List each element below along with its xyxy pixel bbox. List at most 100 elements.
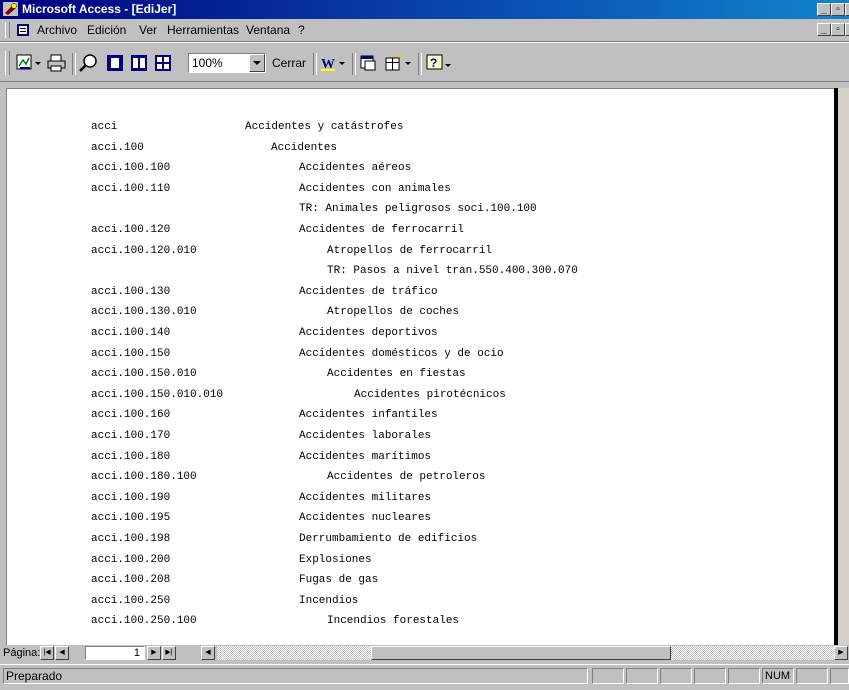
num-lock-indicator: NUM <box>762 668 794 684</box>
page-label: Página: <box>3 647 41 659</box>
report-description: TR: Pasos a nivel tran.550.400.300.070 <box>327 265 578 277</box>
report-code: acci.100.200 <box>91 554 171 566</box>
scroll-left-button[interactable]: ◀ <box>201 646 215 660</box>
report-description: Accidentes militares <box>299 492 432 504</box>
menu-bar: Archivo Edición Ver Herramientas Ventana… <box>0 19 849 42</box>
print-icon[interactable] <box>46 52 68 74</box>
next-page-button[interactable]: ▶ <box>147 646 161 660</box>
status-bar: Preparado NUM <box>0 664 849 690</box>
report-code: acci.100.250 <box>91 595 171 607</box>
new-object-icon[interactable] <box>382 52 414 74</box>
toolbar-separator <box>352 53 356 75</box>
status-text: Preparado <box>3 668 588 684</box>
first-page-button[interactable]: |◀ <box>40 646 54 660</box>
restore-icon: ▫ <box>836 4 840 15</box>
report-description: Accidentes de tráfico <box>299 286 438 298</box>
zoom-icon[interactable] <box>78 52 100 74</box>
report-description: Atropellos de coches <box>327 306 460 318</box>
menu-edicion[interactable]: Edición <box>87 23 126 37</box>
horizontal-scroll-thumb[interactable] <box>371 646 671 660</box>
doc-minimize-button[interactable]: _ <box>817 23 831 36</box>
menu-ver[interactable]: Ver <box>139 23 157 37</box>
multiple-pages-icon[interactable] <box>152 52 174 74</box>
menu-herramientas[interactable]: Herramientas <box>167 23 239 37</box>
report-description: Accidentes nucleares <box>299 512 432 524</box>
zoom-select[interactable]: 100% <box>188 53 266 73</box>
report-description: Incendios <box>299 595 359 607</box>
title-bar: Microsoft Access - [EdiJer] _ ▫ <box>0 0 849 19</box>
close-preview-button[interactable]: Cerrar <box>272 56 306 70</box>
scroll-right-button[interactable]: ▶ <box>834 646 848 660</box>
report-code: acci.100.130 <box>91 286 171 298</box>
previous-page-icon: ◀ <box>59 649 65 656</box>
menu-ventana[interactable]: Ventana <box>246 23 290 37</box>
minimize-icon: _ <box>821 24 827 35</box>
report-code: acci.100.150.010.010 <box>91 389 224 401</box>
vertical-scrollbar[interactable] <box>838 88 849 645</box>
access-key-icon <box>3 2 18 16</box>
toolbar-grip[interactable] <box>5 51 10 75</box>
previous-page-button[interactable]: ◀ <box>55 646 69 660</box>
view-icon[interactable] <box>14 52 44 74</box>
word-icon[interactable]: W <box>318 52 348 74</box>
report-description: Accidentes y catástrofes <box>245 121 404 133</box>
help-icon[interactable]: ? <box>424 52 454 74</box>
report-description: TR: Animales peligrosos soci.100.100 <box>299 203 537 215</box>
doc-close-button[interactable] <box>845 23 849 36</box>
report-description: Accidentes pirotécnicos <box>354 389 506 401</box>
report-description: Accidentes con animales <box>299 183 451 195</box>
report-code: acci.100.180 <box>91 451 171 463</box>
restore-button[interactable]: ▫ <box>831 3 845 16</box>
report-description: Accidentes marítimos <box>299 451 432 463</box>
close-window-button[interactable] <box>845 3 849 16</box>
status-panel <box>796 668 828 684</box>
report-code: acci.100.110 <box>91 183 171 195</box>
status-panel <box>626 668 658 684</box>
report-code: acci.100.170 <box>91 430 171 442</box>
minimize-button[interactable]: _ <box>817 3 831 16</box>
report-code: acci.100.190 <box>91 492 171 504</box>
minimize-icon: _ <box>821 4 827 15</box>
report-code: acci.100.250.100 <box>91 615 197 627</box>
last-page-button[interactable]: ▶| <box>162 646 176 660</box>
two-pages-icon[interactable] <box>128 52 150 74</box>
menubar-grip[interactable] <box>5 22 10 38</box>
database-window-icon[interactable] <box>357 52 379 74</box>
report-code: acci.100.150 <box>91 348 171 360</box>
report-description: Accidentes <box>271 142 338 154</box>
chevron-down-icon[interactable] <box>249 54 265 72</box>
status-panel <box>592 668 624 684</box>
report-description: Accidentes de petroleros <box>327 471 486 483</box>
report-description: Accidentes de ferrocarril <box>299 224 465 236</box>
report-code: acci.100 <box>91 142 144 154</box>
horizontal-scrollbar[interactable] <box>217 646 834 660</box>
page-number-input[interactable]: 1 <box>85 646 145 660</box>
report-code: acci.100.150.010 <box>91 368 197 380</box>
report-code: acci.100.130.010 <box>91 306 197 318</box>
menu-archivo[interactable]: Archivo <box>37 23 77 37</box>
report-description: Atropellos de ferrocarril <box>327 245 493 257</box>
menu-help[interactable]: ? <box>298 23 305 37</box>
one-page-icon[interactable] <box>104 52 126 74</box>
status-panel <box>694 668 726 684</box>
report-code: acci.100.180.100 <box>91 471 197 483</box>
report-description: Accidentes infantiles <box>299 409 438 421</box>
last-page-icon: ▶| <box>165 649 173 656</box>
report-description: Accidentes en fiestas <box>327 368 466 380</box>
report-document-icon[interactable] <box>16 23 30 37</box>
report-description: Fugas de gas <box>299 574 379 586</box>
toolbar-separator <box>418 53 422 75</box>
print-preview-toolbar: 100% Cerrar W ? <box>0 42 849 82</box>
page-navigation-bar: Página: |◀ ◀ 1 ▶ ▶| ◀ ▶ <box>0 645 849 662</box>
restore-icon: ▫ <box>836 24 840 35</box>
report-description: Accidentes aéreos <box>299 162 412 174</box>
report-preview[interactable]: acci Accidentes y catástrofes acci.100 Acci… <box>6 88 837 646</box>
zoom-value: 100% <box>192 56 223 70</box>
report-description: Accidentes domésticos y de ocio <box>299 348 504 360</box>
status-panel <box>830 668 849 684</box>
report-description: Explosiones <box>299 554 372 566</box>
doc-restore-button[interactable]: ▫ <box>831 23 845 36</box>
report-description: Accidentes laborales <box>299 430 432 442</box>
status-panel <box>660 668 692 684</box>
report-code: acci <box>91 121 118 133</box>
